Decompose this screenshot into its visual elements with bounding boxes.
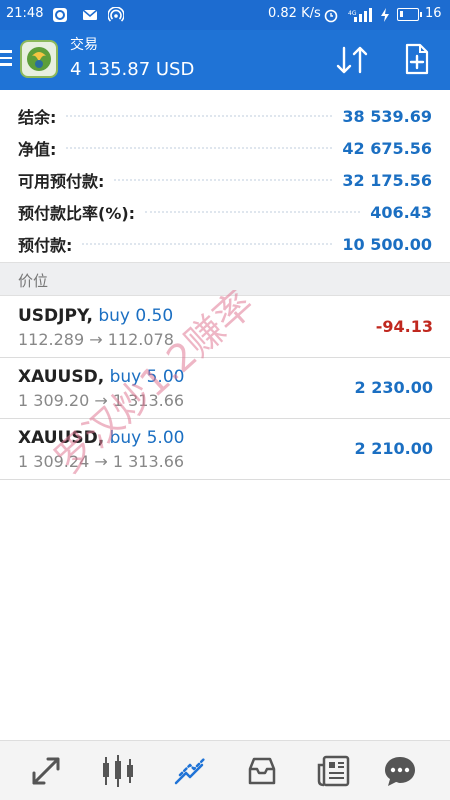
alarm-icon — [324, 9, 338, 23]
quotes-icon[interactable] — [28, 753, 64, 789]
bottom-navigation — [0, 740, 450, 800]
chart-icon[interactable] — [100, 753, 136, 789]
signal-icon: 4G — [348, 8, 372, 22]
status-bar: 21:48 0.82 K/s 4G 16 — [0, 0, 450, 30]
positions-header: 价位 — [0, 262, 450, 296]
position-symbol: USDJPY, — [18, 306, 93, 326]
margin-label: 预付款: — [18, 236, 73, 255]
app-bar: 交易 4 135.87 USD — [0, 30, 450, 90]
net-speed: 0.82 K/s — [268, 6, 321, 21]
battery-icon — [397, 8, 422, 21]
equity-value: 42 675.56 — [342, 138, 432, 158]
sort-icon[interactable] — [334, 44, 370, 76]
news-icon[interactable] — [316, 753, 352, 789]
position-profit: 2 230.00 — [354, 378, 433, 397]
app-logo[interactable] — [20, 40, 58, 78]
position-side: buy 0.50 — [98, 306, 174, 326]
equity-row: 净值: 42 675.56 — [0, 132, 450, 164]
position-prices: 1 309.24 → 1 313.66 — [18, 452, 185, 471]
app-notification-icon — [53, 8, 67, 22]
profit-total: 4 135.87 USD — [70, 59, 195, 80]
position-prices: 1 309.20 → 1 313.66 — [18, 391, 185, 410]
position-row[interactable]: XAUUSD, buy 5.00 1 309.20 → 1 313.66 2 2… — [0, 358, 450, 419]
mail-icon — [82, 9, 98, 20]
chat-icon[interactable] — [382, 753, 418, 789]
position-row[interactable]: XAUUSD, buy 5.00 1 309.24 → 1 313.66 2 2… — [0, 419, 450, 480]
position-profit: 2 210.00 — [354, 439, 433, 458]
charging-icon — [381, 8, 389, 22]
position-row[interactable]: USDJPY, buy 0.50 112.289 → 112.078 -94.1… — [0, 297, 450, 358]
margin-row: 预付款: 10 500.00 — [0, 228, 450, 260]
margin-value: 10 500.00 — [342, 234, 432, 254]
margin-level-label: 预付款比率(%): — [18, 204, 136, 223]
position-prices: 112.289 → 112.078 — [18, 330, 174, 349]
positions-header-label: 价位 — [18, 272, 49, 290]
battery-level: 16 — [425, 6, 442, 21]
position-side: buy 5.00 — [109, 367, 185, 387]
equity-label: 净值: — [18, 140, 57, 159]
status-time: 21:48 — [6, 6, 44, 21]
hotspot-icon — [108, 7, 124, 22]
new-order-icon[interactable] — [400, 42, 434, 76]
position-side: buy 5.00 — [109, 428, 185, 448]
balance-value: 38 539.69 — [342, 106, 432, 126]
page-title: 交易 — [70, 37, 98, 53]
margin-level-value: 406.43 — [370, 202, 432, 222]
position-symbol: XAUUSD, — [18, 367, 105, 387]
position-symbol: XAUUSD, — [18, 428, 105, 448]
margin-level-row: 预付款比率(%): 406.43 — [0, 196, 450, 228]
account-summary: 结余: 38 539.69 净值: 42 675.56 可用预付款: 32 17… — [0, 100, 450, 260]
free-margin-row: 可用预付款: 32 175.56 — [0, 164, 450, 196]
position-profit: -94.13 — [375, 317, 433, 336]
free-margin-label: 可用预付款: — [18, 172, 105, 191]
trade-icon[interactable] — [172, 753, 208, 789]
balance-row: 结余: 38 539.69 — [0, 100, 450, 132]
free-margin-value: 32 175.56 — [342, 170, 432, 190]
menu-icon[interactable] — [0, 50, 14, 68]
history-icon[interactable] — [244, 753, 280, 789]
balance-label: 结余: — [18, 108, 57, 127]
positions-list: USDJPY, buy 0.50 112.289 → 112.078 -94.1… — [0, 297, 450, 480]
svg-text:4G: 4G — [348, 10, 357, 17]
